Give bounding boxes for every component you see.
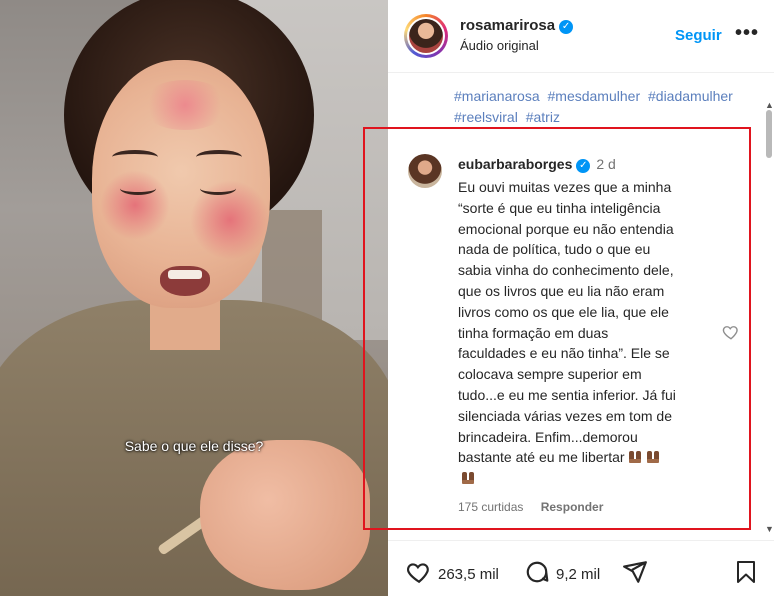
- audio-label[interactable]: Áudio original: [460, 38, 539, 53]
- author-username[interactable]: rosamarirosa ✓: [460, 17, 574, 34]
- more-icon[interactable]: •••: [735, 22, 759, 45]
- hashtag-link[interactable]: #marianarosa: [454, 88, 540, 104]
- reel-video[interactable]: Sabe o que ele disse?: [0, 0, 388, 596]
- cheek-blush-left: [100, 170, 170, 240]
- like-count: 263,5 mil: [438, 566, 499, 583]
- action-bar: 263,5 mil 9,2 mil: [388, 540, 774, 597]
- post-header: rosamarirosa ✓ Áudio original Seguir •••: [388, 0, 774, 73]
- author-username-text[interactable]: rosamarirosa: [460, 17, 555, 34]
- scrollbar-thumb[interactable]: [766, 110, 772, 158]
- forehead-blush: [140, 80, 230, 130]
- comment-highlight-box: [363, 127, 751, 530]
- comment-icon[interactable]: [524, 559, 550, 585]
- scrollbar[interactable]: ▲ ▼: [764, 100, 774, 540]
- author-avatar[interactable]: [404, 14, 448, 58]
- eye-right: [200, 182, 236, 195]
- comment-count: 9,2 mil: [556, 566, 601, 583]
- mouth: [160, 266, 210, 296]
- video-caption: Sabe o que ele disse?: [124, 438, 264, 454]
- eye-left: [120, 182, 156, 195]
- avatar-inner: [407, 17, 445, 55]
- bookmark-icon[interactable]: [734, 559, 758, 585]
- hashtag-link[interactable]: #reelsviral: [454, 109, 518, 125]
- share-action[interactable]: [622, 559, 654, 585]
- share-icon[interactable]: [622, 559, 648, 585]
- follow-button[interactable]: Seguir: [675, 27, 722, 44]
- hashtag-link[interactable]: #atriz: [526, 109, 560, 125]
- teeth: [168, 270, 202, 279]
- hashtags: #marianarosa #mesdamulher #diadamulher #…: [454, 86, 744, 128]
- eyebrow-right: [196, 150, 242, 164]
- avatar-picture: [409, 19, 443, 53]
- verified-icon: ✓: [559, 20, 574, 34]
- save-action[interactable]: [734, 559, 764, 585]
- heart-icon[interactable]: [406, 559, 432, 585]
- like-action[interactable]: 263,5 mil: [406, 559, 499, 585]
- scroll-down-icon[interactable]: ▼: [765, 524, 774, 534]
- hashtag-link[interactable]: #mesdamulher: [548, 88, 641, 104]
- scroll-up-icon[interactable]: ▲: [765, 100, 774, 110]
- hashtag-link[interactable]: #diadamulher: [648, 88, 733, 104]
- comment-action[interactable]: 9,2 mil: [524, 559, 600, 585]
- eyebrow-left: [112, 150, 158, 164]
- video-hand: [200, 440, 370, 590]
